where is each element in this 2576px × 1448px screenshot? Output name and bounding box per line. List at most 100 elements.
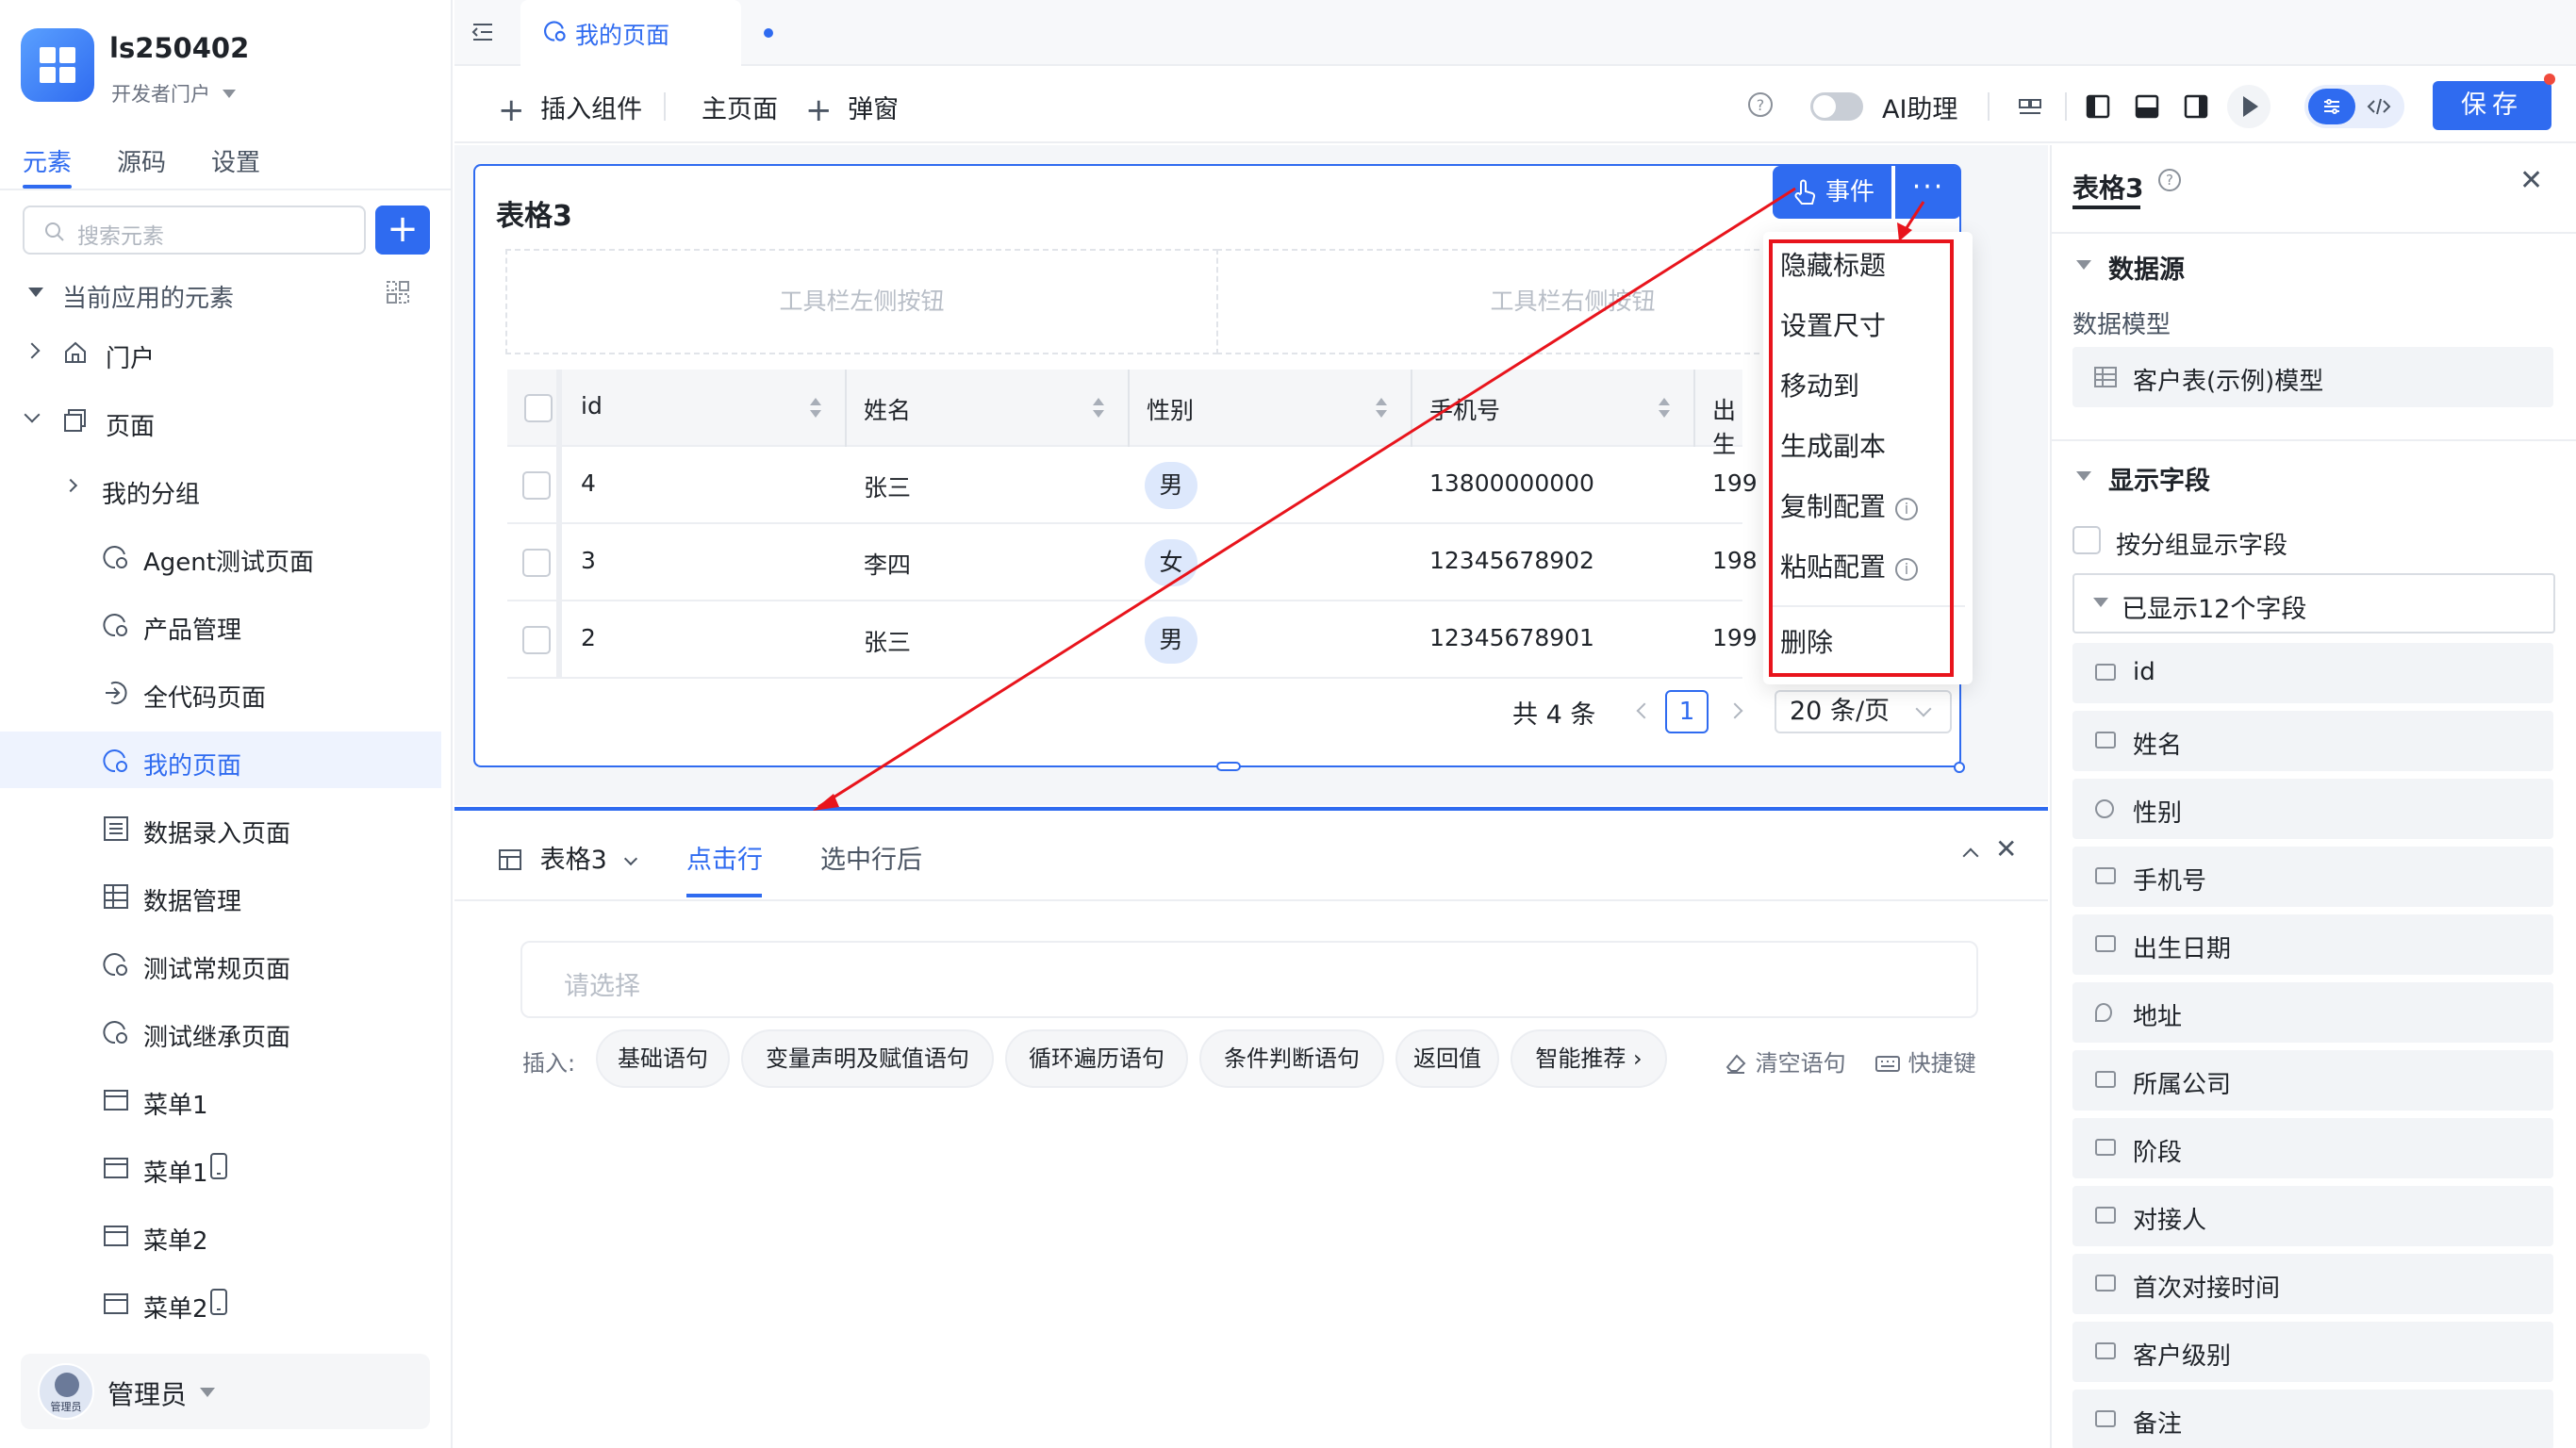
chip-variable-statement[interactable]: 变量声明及赋值语句 bbox=[741, 1029, 994, 1088]
sidebar-item-my-page[interactable]: 我的页面 bbox=[0, 732, 441, 788]
field-item-first-contact-time[interactable]: 首次对接时间 bbox=[2072, 1254, 2553, 1314]
help-icon[interactable]: ? bbox=[2155, 166, 2184, 194]
design-mode-button[interactable] bbox=[2308, 89, 2355, 124]
field-item-id[interactable]: id bbox=[2072, 643, 2553, 703]
tab-elements[interactable]: 元素 bbox=[23, 143, 73, 189]
table-component[interactable]: 表格3 工具栏左侧按钮 工具栏右侧按钮 id 姓名 性别 手机号 出生 4 张三… bbox=[473, 164, 1965, 773]
save-button[interactable]: 保存 bbox=[2433, 81, 2551, 130]
sort-icon[interactable] bbox=[809, 396, 822, 420]
field-item-contact[interactable]: 对接人 bbox=[2072, 1186, 2553, 1246]
column-header-phone[interactable]: 手机号 bbox=[1429, 392, 1500, 426]
add-element-button[interactable]: + bbox=[375, 206, 430, 255]
shown-fields-select[interactable]: 已显示12个字段 bbox=[2072, 573, 2555, 634]
caret-down-icon[interactable] bbox=[2076, 260, 2091, 270]
section-current-app[interactable]: 当前应用的元素 bbox=[0, 264, 451, 321]
chip-return-value[interactable]: 返回值 bbox=[1395, 1029, 1499, 1088]
table-row[interactable]: 4 张三 男 13800000000 199 bbox=[507, 447, 1758, 524]
sidebar-item-full-code[interactable]: 全代码页面 bbox=[0, 664, 451, 720]
ai-assistant-toggle[interactable] bbox=[1810, 92, 1863, 121]
sort-icon[interactable] bbox=[1092, 396, 1105, 420]
toolbar-left-slot[interactable]: 工具栏左侧按钮 bbox=[505, 249, 1218, 354]
bottom-panel-icon[interactable] bbox=[2133, 92, 2161, 121]
left-panel-icon[interactable] bbox=[2084, 92, 2112, 121]
sidebar-item-menu2-mobile[interactable]: 菜单2 bbox=[0, 1275, 451, 1331]
field-item-sex[interactable]: 性别 bbox=[2072, 779, 2553, 839]
sort-icon[interactable] bbox=[1658, 396, 1671, 420]
chevron-right-icon[interactable] bbox=[1726, 702, 1743, 719]
sidebar-item-agent-test[interactable]: Agent测试页面 bbox=[0, 528, 451, 584]
more-actions-button[interactable]: ··· bbox=[1895, 166, 1961, 219]
sidebar-item-my-group[interactable]: 我的分组 bbox=[0, 460, 451, 517]
sidebar-item-pages[interactable]: 页面 bbox=[0, 392, 451, 449]
event-button[interactable]: 事件 bbox=[1773, 166, 1891, 219]
tab-after-row-select[interactable]: 选中行后 bbox=[820, 839, 922, 876]
right-panel-icon[interactable] bbox=[2182, 92, 2210, 121]
chevron-left-icon[interactable] bbox=[1636, 702, 1653, 719]
close-icon[interactable]: ✕ bbox=[1995, 833, 2017, 864]
code-icon[interactable] bbox=[2367, 95, 2391, 118]
caret-down-icon[interactable] bbox=[2076, 471, 2091, 481]
collapse-sidebar-icon[interactable] bbox=[470, 19, 496, 45]
table-row[interactable]: 3 李四 女 12345678902 198 bbox=[507, 524, 1758, 601]
sidebar-item-data-entry[interactable]: 数据录入页面 bbox=[0, 799, 451, 856]
column-header-id[interactable]: id bbox=[581, 392, 603, 420]
table-row[interactable]: 2 张三 男 12345678901 199 bbox=[507, 601, 1758, 679]
field-item-customer-level[interactable]: 客户级别 bbox=[2072, 1322, 2553, 1382]
resize-corner-handle[interactable] bbox=[1954, 762, 1965, 773]
sort-icon[interactable] bbox=[1375, 396, 1388, 420]
chevron-up-icon[interactable] bbox=[1962, 847, 1979, 864]
component-selector[interactable]: 表格3 bbox=[498, 839, 638, 876]
row-checkbox[interactable] bbox=[522, 549, 551, 577]
section-datasource[interactable]: 数据源 bbox=[2108, 249, 2185, 286]
sidebar-item-menu2[interactable]: 菜单2 bbox=[0, 1207, 451, 1263]
shortcut-button[interactable]: 快捷键 bbox=[1874, 1045, 1976, 1078]
resize-handle[interactable] bbox=[1216, 762, 1241, 771]
main-page-button[interactable]: 主页面 bbox=[702, 89, 778, 125]
close-icon[interactable]: ✕ bbox=[2519, 164, 2543, 197]
page-size-select[interactable]: 20 条/页 bbox=[1775, 690, 1952, 733]
statement-select[interactable]: 请选择 bbox=[520, 941, 1978, 1018]
tab-settings[interactable]: 设置 bbox=[211, 143, 260, 178]
field-item-name[interactable]: 姓名 bbox=[2072, 711, 2553, 771]
column-header-sex[interactable]: 性别 bbox=[1147, 392, 1194, 426]
section-display-fields[interactable]: 显示字段 bbox=[2108, 460, 2210, 497]
chip-smart-recommend[interactable]: 智能推荐 › bbox=[1511, 1029, 1667, 1088]
field-item-remark[interactable]: 备注 bbox=[2072, 1390, 2553, 1448]
field-item-phone[interactable]: 手机号 bbox=[2072, 847, 2553, 907]
sidebar-item-product[interactable]: 产品管理 bbox=[0, 596, 451, 652]
chevron-down-icon bbox=[1915, 700, 1932, 717]
layout-grid-icon[interactable] bbox=[2016, 92, 2044, 121]
row-checkbox[interactable] bbox=[522, 471, 551, 500]
field-item-birthdate[interactable]: 出生日期 bbox=[2072, 914, 2553, 975]
chip-basic-statement[interactable]: 基础语句 bbox=[596, 1029, 730, 1088]
app-switcher[interactable]: 开发者门户 bbox=[111, 79, 236, 107]
page-number-1[interactable]: 1 bbox=[1665, 690, 1709, 733]
sidebar-item-menu1[interactable]: 菜单1 bbox=[0, 1071, 451, 1127]
chip-loop-statement[interactable]: 循环遍历语句 bbox=[1005, 1029, 1188, 1088]
column-header-name[interactable]: 姓名 bbox=[864, 392, 911, 426]
group-fields-checkbox[interactable] bbox=[2072, 526, 2101, 554]
sidebar-item-data-mgmt[interactable]: 数据管理 bbox=[0, 867, 451, 924]
sidebar-item-test-regular[interactable]: 测试常规页面 bbox=[0, 935, 451, 992]
sidebar-item-menu1-mobile[interactable]: 菜单1 bbox=[0, 1139, 451, 1195]
mode-switch[interactable] bbox=[2304, 85, 2404, 128]
insert-component-button[interactable]: + 插入组件 bbox=[498, 89, 642, 129]
field-item-company[interactable]: 所属公司 bbox=[2072, 1050, 2553, 1111]
field-item-stage[interactable]: 阶段 bbox=[2072, 1118, 2553, 1178]
help-icon[interactable]: ? bbox=[1746, 90, 1775, 119]
data-model-select[interactable]: 客户表(示例)模型 bbox=[2072, 347, 2553, 407]
sidebar-item-portal[interactable]: 门户 bbox=[0, 324, 451, 381]
preview-button[interactable] bbox=[2227, 85, 2271, 128]
field-item-address[interactable]: 地址 bbox=[2072, 982, 2553, 1043]
chip-condition-statement[interactable]: 条件判断语句 bbox=[1199, 1029, 1384, 1088]
tab-my-page[interactable]: 我的页面 bbox=[520, 0, 773, 68]
tab-source[interactable]: 源码 bbox=[117, 143, 166, 178]
search-input[interactable]: 搜索元素 bbox=[23, 206, 366, 255]
row-checkbox[interactable] bbox=[522, 626, 551, 654]
collapse-all-icon[interactable] bbox=[385, 279, 411, 305]
sidebar-item-test-inherit[interactable]: 测试继承页面 bbox=[0, 1003, 451, 1060]
popup-button[interactable]: + 弹窗 bbox=[805, 89, 899, 129]
tab-row-click[interactable]: 点击行 bbox=[686, 839, 763, 876]
user-menu[interactable]: 管理员 管理员 bbox=[21, 1354, 430, 1429]
clear-statements-button[interactable]: 清空语句 bbox=[1724, 1045, 1846, 1078]
